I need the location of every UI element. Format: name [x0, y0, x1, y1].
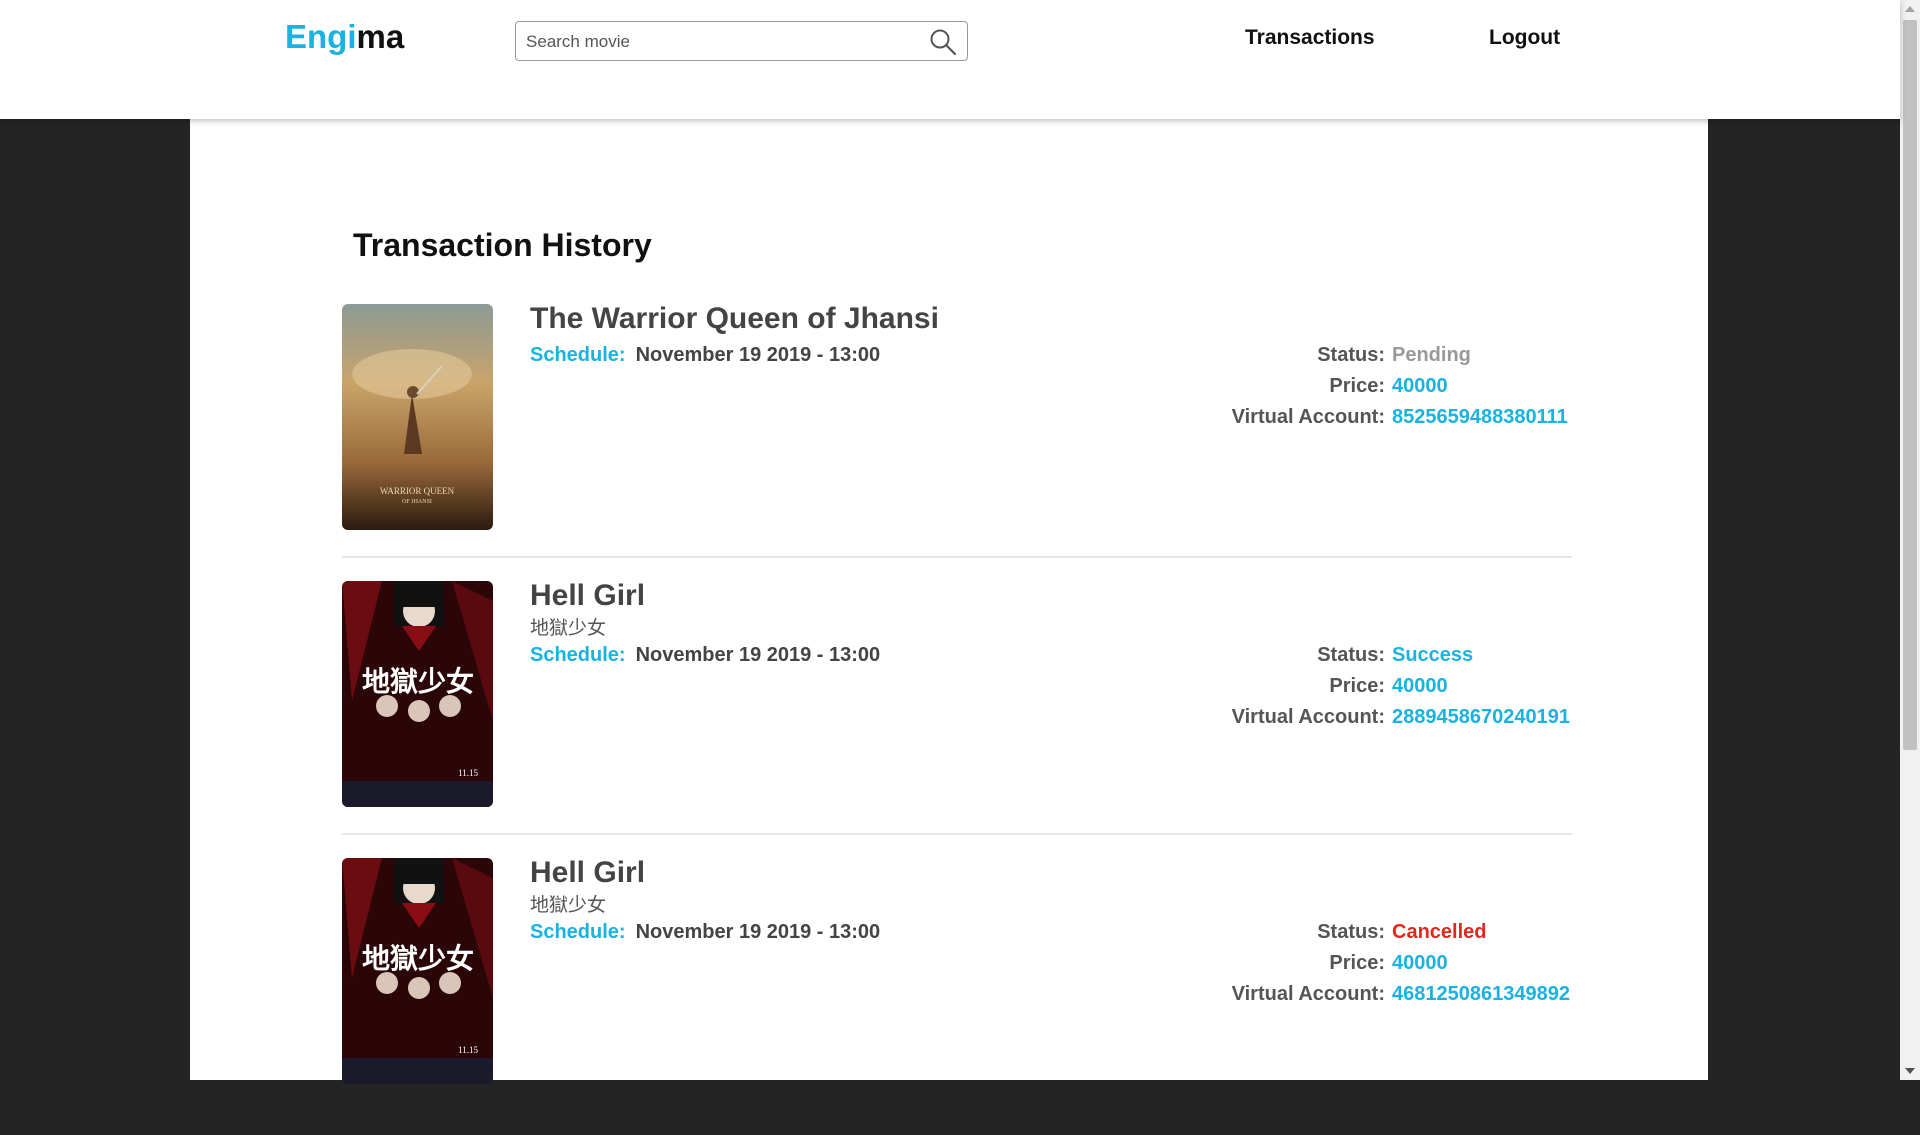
nav-logout-link[interactable]: Logout	[1489, 26, 1560, 50]
scroll-down-icon[interactable]	[1905, 1068, 1915, 1074]
movie-subtitle: 地獄少女	[530, 617, 607, 639]
schedule: Schedule: November 19 2019 - 13:00	[530, 344, 880, 367]
transaction-item: 地獄少女 11.15 Hell Girl 地獄少女 Schedule: Novem…	[342, 856, 1572, 1135]
schedule: Schedule: November 19 2019 - 13:00	[530, 644, 880, 667]
status-label: Status:	[1317, 921, 1385, 943]
price-label: Price:	[1329, 675, 1385, 697]
virtual-account-value: 4681250861349892	[1392, 983, 1570, 1005]
logo-part-1: Engi	[285, 18, 357, 55]
poster-title-text: WARRIOR QUEEN	[380, 486, 455, 496]
movie-poster[interactable]: 地獄少女 11.15	[342, 858, 493, 1084]
main-content: Transaction History WARRIOR QUEEN OF JHA…	[190, 119, 1708, 1084]
search-input[interactable]	[524, 22, 918, 61]
poster-title-text: 地獄少女	[362, 665, 474, 698]
movie-poster[interactable]: WARRIOR QUEEN OF JHANSI	[342, 304, 493, 530]
transaction-details: Status: Success Price: 40000 Virtual Accou…	[1222, 644, 1582, 737]
schedule-label: Schedule:	[530, 344, 626, 366]
status-label: Status:	[1317, 344, 1385, 366]
virtual-account-value: 8525659488380111	[1392, 406, 1568, 428]
virtual-account-label: Virtual Account:	[1231, 706, 1385, 728]
transaction-item: WARRIOR QUEEN OF JHANSI The Warrior Quee…	[342, 302, 1572, 581]
virtual-account-label: Virtual Account:	[1231, 406, 1385, 428]
scrollbar-thumb[interactable]	[1903, 20, 1917, 750]
virtual-account-label: Virtual Account:	[1231, 983, 1385, 1005]
transaction-details: Status: Cancelled Price: 40000 Virtual Acc…	[1222, 921, 1582, 1014]
search-icon[interactable]	[929, 28, 957, 56]
schedule-label: Schedule:	[530, 644, 626, 666]
transaction-details: Status: Pending Price: 40000 Virtual Accou…	[1222, 344, 1582, 437]
schedule-value: November 19 2019 - 13:00	[635, 921, 881, 943]
price-label: Price:	[1329, 375, 1385, 397]
movie-poster[interactable]: 地獄少女 11.15	[342, 581, 493, 807]
schedule-label: Schedule:	[530, 921, 626, 943]
status-value: Pending	[1392, 344, 1471, 366]
vertical-scrollbar[interactable]	[1900, 0, 1920, 1080]
movie-title[interactable]: Hell Girl	[530, 579, 645, 613]
virtual-account-value: 2889458670240191	[1392, 706, 1570, 728]
price-label: Price:	[1329, 952, 1385, 974]
page-title: Transaction History	[353, 227, 652, 263]
transaction-item: 地獄少女 11.15 Hell Girl 地獄少女 Schedule: Novem…	[342, 579, 1572, 858]
nav-transactions-link[interactable]: Transactions	[1245, 26, 1375, 50]
movie-title[interactable]: Hell Girl	[530, 856, 645, 890]
status-label: Status:	[1317, 644, 1385, 666]
price-value: 40000	[1392, 375, 1448, 397]
scroll-up-icon[interactable]	[1905, 6, 1915, 12]
status-value: Success	[1392, 644, 1474, 666]
status-value: Cancelled	[1392, 921, 1487, 943]
top-navbar: Engima Transactions Logout	[0, 0, 1900, 119]
poster-title-text: 地獄少女	[362, 942, 474, 975]
logo-part-2: ma	[356, 18, 405, 55]
movie-subtitle: 地獄少女	[530, 894, 607, 916]
poster-subtitle-text: OF JHANSI	[402, 499, 432, 505]
movie-title[interactable]: The Warrior Queen of Jhansi	[530, 302, 939, 336]
poster-date-text: 11.15	[458, 768, 478, 778]
schedule: Schedule: November 19 2019 - 13:00	[530, 921, 880, 944]
engima-logo[interactable]: Engima	[285, 18, 404, 56]
price-value: 40000	[1392, 952, 1448, 974]
search-box	[515, 21, 968, 61]
schedule-value: November 19 2019 - 13:00	[635, 644, 881, 666]
poster-date-text: 11.15	[458, 1045, 478, 1055]
price-value: 40000	[1392, 675, 1448, 697]
schedule-value: November 19 2019 - 13:00	[635, 344, 881, 366]
